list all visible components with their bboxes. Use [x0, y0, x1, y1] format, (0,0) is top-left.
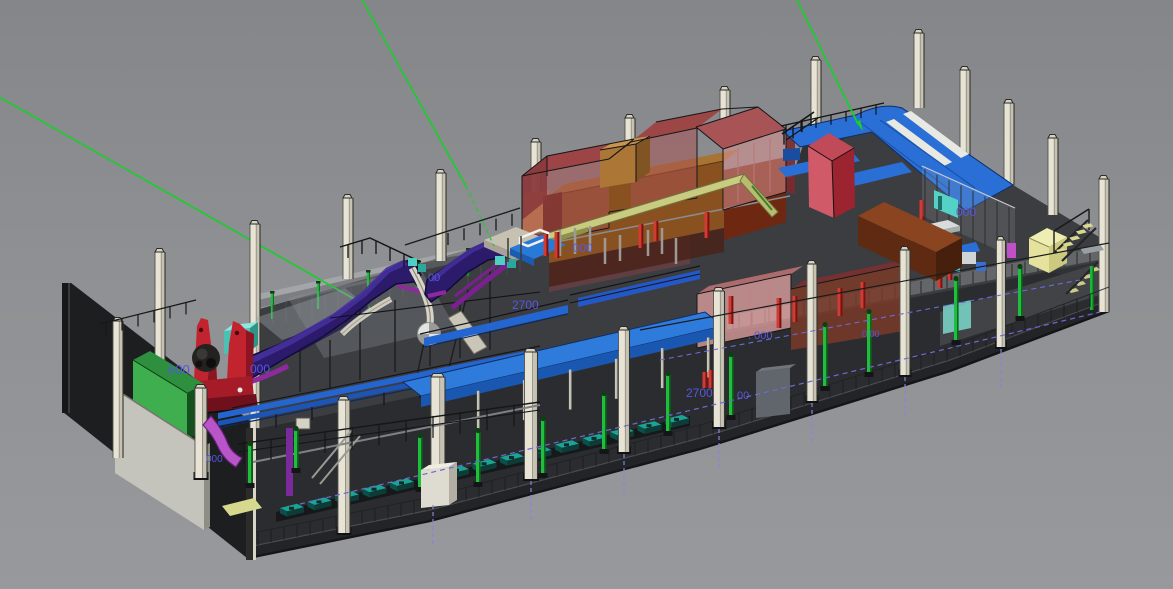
svg-text:2700: 2700	[686, 386, 713, 400]
svg-text:00: 00	[737, 390, 749, 402]
svg-text:0 00: 0 00	[862, 329, 880, 339]
svg-text:. 000: . 000	[566, 241, 593, 255]
svg-text:600: 600	[168, 362, 190, 377]
svg-text:000: 000	[250, 362, 270, 376]
svg-text:00: 00	[428, 272, 440, 284]
svg-text:. 000: . 000	[748, 330, 772, 342]
svg-text:000: 000	[956, 205, 976, 219]
svg-text:2700: 2700	[512, 298, 539, 312]
svg-text:000: 000	[206, 454, 223, 465]
